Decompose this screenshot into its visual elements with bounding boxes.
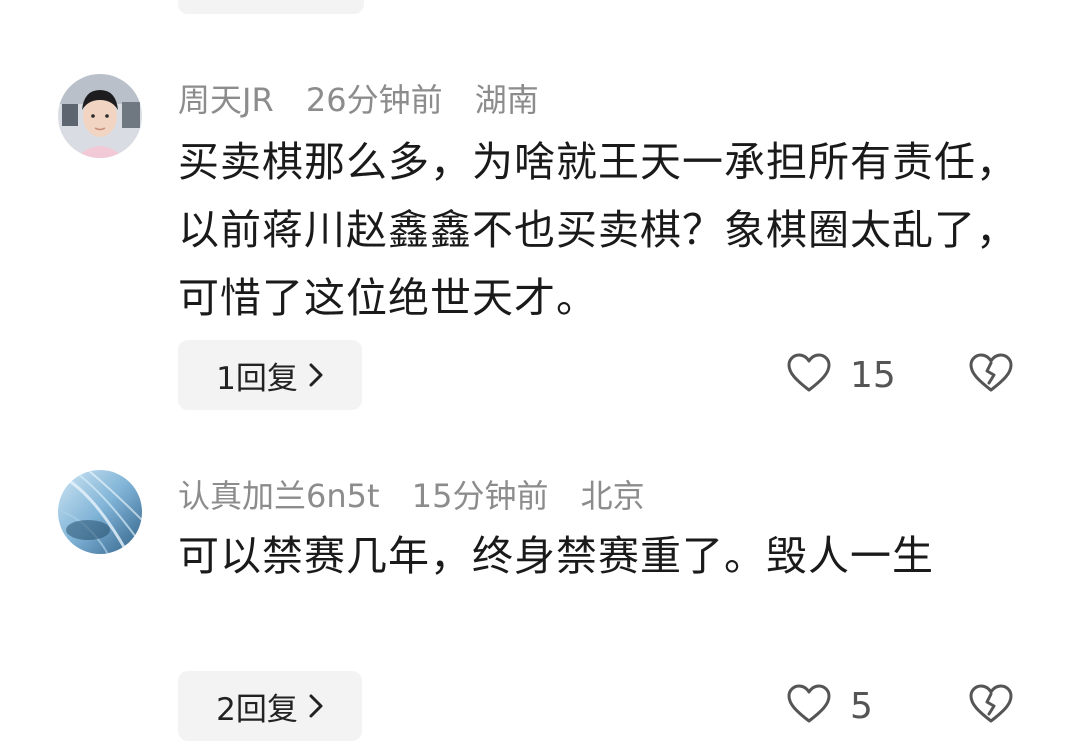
like-button[interactable]: 5 — [786, 676, 873, 736]
heart-icon — [786, 352, 832, 398]
view-replies-button[interactable]: 1回复 — [178, 340, 362, 410]
comment-item: 认真加兰6n5t 15分钟前 北京 可以禁赛几年，终身禁赛重了。毁人一生 2回复… — [0, 468, 1080, 755]
dislike-button[interactable] — [968, 676, 1018, 736]
broken-heart-icon — [968, 352, 1014, 398]
heart-icon — [786, 683, 832, 729]
reply-count-label: 1回复 — [216, 360, 298, 397]
view-replies-button[interactable]: 2回复 — [178, 671, 362, 741]
chevron-right-icon — [308, 693, 324, 719]
avatar[interactable] — [58, 470, 142, 554]
reply-count-label: 2回复 — [216, 691, 298, 728]
dislike-button[interactable] — [968, 345, 1018, 405]
broken-heart-icon — [968, 683, 1014, 729]
avatar[interactable] — [58, 74, 142, 158]
comment-text: 可以禁赛几年，终身禁赛重了。毁人一生 — [178, 532, 934, 580]
timestamp: 15分钟前 — [411, 477, 549, 515]
location: 湖南 — [474, 81, 539, 119]
username[interactable]: 周天JR — [178, 81, 274, 119]
comment-meta: 认真加兰6n5t 15分钟前 北京 — [178, 474, 667, 518]
comment-item: 周天JR 26分钟前 湖南 买卖棋那么多，为啥就王天一承担所有责任，以前蒋川赵鑫… — [0, 72, 1080, 417]
like-count: 15 — [850, 354, 896, 396]
comment-text: 买卖棋那么多，为啥就王天一承担所有责任，以前蒋川赵鑫鑫不也买卖棋？象棋圈太乱了，… — [178, 138, 1018, 322]
like-button[interactable]: 15 — [786, 345, 896, 405]
username[interactable]: 认真加兰6n5t — [178, 477, 380, 515]
chevron-right-icon — [308, 362, 324, 388]
location: 北京 — [580, 477, 645, 515]
comment-meta: 周天JR 26分钟前 湖南 — [178, 78, 561, 122]
timestamp: 26分钟前 — [305, 81, 443, 119]
previous-reply-button[interactable] — [178, 0, 364, 14]
like-count: 5 — [850, 685, 873, 727]
